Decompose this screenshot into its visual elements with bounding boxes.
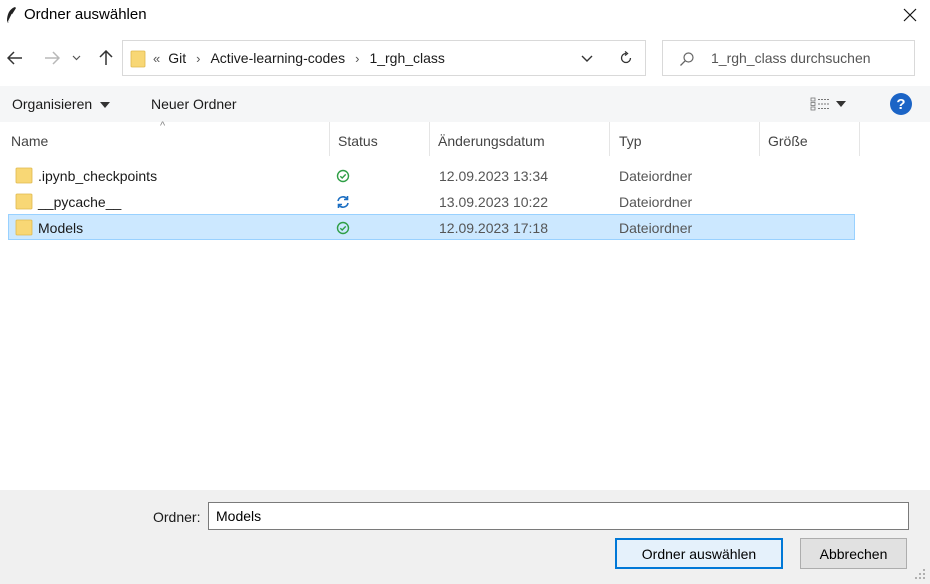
organize-menu[interactable]: Organisieren (12, 96, 111, 112)
synced-check-icon (336, 221, 350, 235)
folder-icon (15, 167, 33, 184)
folder-name-input[interactable] (208, 502, 909, 530)
search-icon (680, 52, 694, 66)
view-options-button[interactable] (810, 94, 858, 114)
address-bar[interactable]: « Git › Active-learning-codes › 1_rgh_cl… (122, 40, 646, 76)
search-input[interactable] (711, 48, 909, 68)
folder-icon (15, 193, 33, 210)
navigation-row: « Git › Active-learning-codes › 1_rgh_cl… (0, 38, 930, 78)
resize-grip-icon[interactable] (912, 566, 926, 580)
select-folder-button[interactable]: Ordner auswählen (615, 538, 783, 569)
list-item[interactable]: __pycache__ 13.09.2023 10:22 Dateiordner (8, 188, 855, 214)
details-view-icon (810, 97, 829, 111)
arrow-left-icon (7, 51, 22, 65)
file-date: 13.09.2023 10:22 (439, 194, 548, 210)
back-button[interactable] (3, 46, 27, 70)
column-header-status[interactable]: Status (330, 122, 430, 156)
dropdown-arrow-icon (836, 101, 846, 107)
new-folder-button[interactable]: Neuer Ordner (151, 96, 237, 112)
search-box[interactable] (662, 40, 915, 76)
syncing-icon (337, 196, 349, 208)
organize-label: Organisieren (12, 96, 93, 112)
folder-icon (15, 219, 33, 236)
cancel-button[interactable]: Abbrechen (800, 538, 907, 569)
refresh-button[interactable] (605, 41, 645, 75)
list-item[interactable]: .ipynb_checkpoints 12.09.2023 13:34 Date… (8, 162, 855, 188)
command-toolbar: Organisieren Neuer Ordner ? (0, 86, 930, 122)
file-type: Dateiordner (619, 220, 693, 236)
column-header-date[interactable]: Änderungsdatum (430, 122, 610, 156)
column-header-size[interactable]: Größe (760, 122, 860, 156)
refresh-icon (620, 51, 631, 64)
file-type: Dateiordner (619, 168, 693, 184)
file-date: 12.09.2023 13:34 (439, 168, 548, 184)
file-type: Dateiordner (619, 194, 693, 210)
file-date: 12.09.2023 17:18 (439, 220, 548, 236)
breadcrumb-separator-icon[interactable]: › (355, 51, 359, 66)
arrow-right-icon (45, 51, 60, 65)
help-icon[interactable]: ? (890, 93, 912, 115)
chevron-down-icon (72, 55, 80, 61)
recent-locations-button[interactable] (68, 46, 84, 70)
folder-icon (130, 50, 146, 68)
dropdown-arrow-icon (100, 102, 111, 109)
file-name: Models (38, 220, 84, 236)
window-title: Ordner auswählen (24, 6, 147, 23)
file-name: __pycache__ (38, 194, 122, 210)
dialog-footer: Ordner: Ordner auswählen Abbrechen (0, 490, 930, 584)
address-dropdown-icon[interactable] (579, 50, 595, 66)
column-header-type[interactable]: Typ (610, 122, 760, 156)
arrow-up-icon (99, 50, 113, 65)
breadcrumb-item-1-rgh-class[interactable]: 1_rgh_class (369, 50, 445, 66)
synced-check-icon (336, 169, 350, 183)
file-name: .ipynb_checkpoints (38, 168, 158, 184)
feather-app-icon (7, 7, 16, 23)
title-bar: Ordner auswählen (0, 0, 930, 30)
up-button[interactable] (94, 46, 118, 70)
breadcrumb-overflow[interactable]: « (153, 51, 160, 66)
breadcrumb-separator-icon[interactable]: › (196, 51, 200, 66)
file-list-header: ^ Name Status Änderungsdatum Typ Größe (0, 120, 930, 158)
column-header-name[interactable]: Name (0, 122, 330, 156)
close-button[interactable] (898, 3, 922, 27)
close-icon (903, 8, 917, 22)
forward-button[interactable] (40, 46, 64, 70)
folder-label: Ordner: (153, 509, 201, 525)
breadcrumb-item-active-learning-codes[interactable]: Active-learning-codes (210, 50, 345, 66)
breadcrumb: « Git › Active-learning-codes › 1_rgh_cl… (153, 50, 445, 66)
breadcrumb-item-git[interactable]: Git (168, 50, 186, 66)
list-item-selected[interactable]: Models 12.09.2023 17:18 Dateiordner (8, 214, 855, 240)
